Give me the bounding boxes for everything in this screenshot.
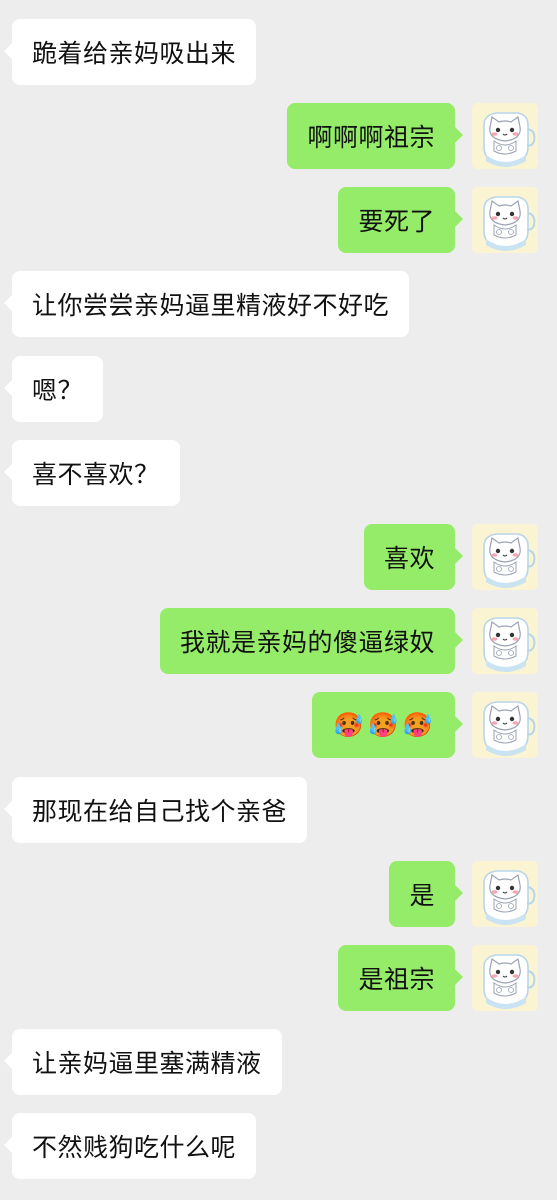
cat-in-cup-avatar-icon[interactable]	[472, 187, 538, 253]
message-row-outgoing: 喜欢	[0, 524, 557, 590]
message-text: 喜欢	[383, 544, 435, 573]
cat-in-cup-avatar-icon	[472, 608, 538, 674]
message-row-incoming: 让你尝尝亲妈逼里精液好不好吃	[0, 271, 557, 337]
message-bubble-incoming[interactable]: 让你尝尝亲妈逼里精液好不好吃	[3, 271, 410, 337]
message-bubble-incoming[interactable]: 嗯？	[3, 356, 104, 422]
message-bubble-outgoing[interactable]: 我就是亲妈的傻逼绿奴	[159, 608, 464, 674]
message-text: 嗯？	[32, 376, 84, 405]
message-row-incoming: 让亲妈逼里塞满精液	[0, 1029, 557, 1095]
message-row-incoming: 跪着给亲妈吸出来	[0, 19, 557, 85]
message-bubble-outgoing[interactable]: 啊啊啊祖宗	[287, 103, 463, 169]
hot-face-emoji-icon: 🥵	[368, 711, 399, 739]
message-row-incoming: 嗯？	[0, 356, 557, 422]
message-row-incoming: 不然贱狗吃什么呢	[0, 1113, 557, 1179]
message-bubble-incoming[interactable]: 喜不喜欢？	[4, 440, 180, 506]
cat-in-cup-avatar-icon	[472, 524, 538, 590]
message-bubble-outgoing[interactable]: 是祖宗	[338, 945, 463, 1011]
cat-in-cup-avatar-icon	[472, 861, 538, 927]
message-bubble-incoming[interactable]: 让亲妈逼里塞满精液	[4, 1029, 282, 1095]
message-bubble-outgoing[interactable]: 🥵 🥵 🥵	[311, 692, 464, 758]
cat-in-cup-avatar-icon[interactable]	[472, 861, 538, 927]
message-text: 是祖宗	[358, 965, 435, 994]
message-row-outgoing: 是祖宗	[0, 945, 557, 1011]
message-bubble-outgoing[interactable]: 喜欢	[363, 524, 464, 590]
cat-in-cup-avatar-icon[interactable]	[472, 524, 538, 590]
message-text: 不然贱狗吃什么呢	[32, 1133, 237, 1162]
message-row-outgoing: 🥵 🥵 🥵	[0, 692, 557, 758]
cat-in-cup-avatar-icon[interactable]	[472, 103, 538, 169]
message-row-outgoing: 是	[0, 861, 557, 927]
message-text: 那现在给自己找个亲爸	[32, 797, 288, 826]
cat-in-cup-avatar-icon[interactable]	[472, 945, 538, 1011]
message-row-incoming: 喜不喜欢？	[0, 440, 557, 506]
message-text: 啊啊啊祖宗	[307, 123, 435, 152]
hot-face-emoji-icon: 🥵	[402, 711, 433, 739]
message-text: 要死了	[358, 207, 435, 236]
chat-message-list[interactable]: 跪着给亲妈吸出来 啊啊啊祖宗 要死了 让你尝尝亲妈逼里精液好不好吃 嗯？ 喜不喜…	[0, 0, 557, 1200]
cat-in-cup-avatar-icon	[472, 945, 538, 1011]
message-row-outgoing: 要死了	[0, 187, 557, 253]
message-bubble-incoming[interactable]: 跪着给亲妈吸出来	[3, 19, 257, 85]
cat-in-cup-avatar-icon	[472, 692, 538, 758]
cat-in-cup-avatar-icon	[472, 187, 538, 253]
message-text: 喜不喜欢？	[32, 460, 160, 489]
cat-in-cup-avatar-icon[interactable]	[472, 608, 538, 674]
message-text: 跪着给亲妈吸出来	[32, 39, 237, 68]
message-row-incoming: 那现在给自己找个亲爸	[0, 777, 557, 843]
message-bubble-outgoing[interactable]: 要死了	[338, 187, 463, 253]
message-row-outgoing: 我就是亲妈的傻逼绿奴	[0, 608, 557, 674]
message-bubble-incoming[interactable]: 那现在给自己找个亲爸	[3, 777, 308, 843]
message-bubble-outgoing[interactable]: 是	[389, 861, 463, 927]
message-row-outgoing: 啊啊啊祖宗	[0, 103, 557, 169]
cat-in-cup-avatar-icon	[472, 103, 538, 169]
message-text: 是	[409, 881, 435, 910]
cat-in-cup-avatar-icon[interactable]	[472, 692, 538, 758]
message-text: 让你尝尝亲妈逼里精液好不好吃	[32, 291, 390, 320]
message-bubble-incoming[interactable]: 不然贱狗吃什么呢	[3, 1113, 257, 1179]
hot-face-emoji-icon: 🥵	[333, 711, 365, 739]
message-text: 让亲妈逼里塞满精液	[32, 1049, 262, 1078]
message-text: 我就是亲妈的傻逼绿奴	[179, 628, 435, 657]
